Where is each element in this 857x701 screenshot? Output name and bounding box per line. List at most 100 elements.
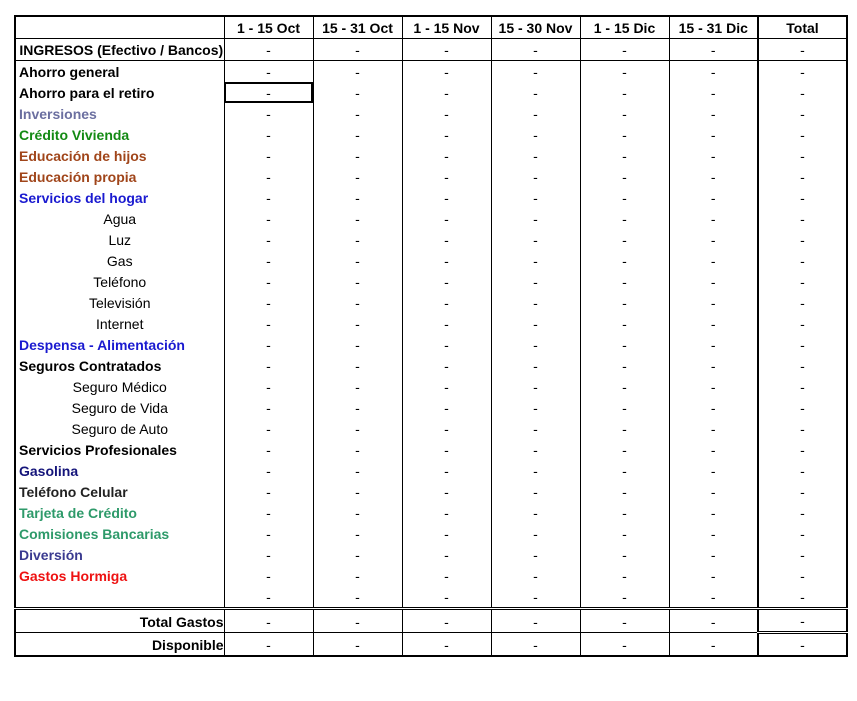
value-cell[interactable]: - xyxy=(490,544,581,565)
row-label[interactable]: Seguros Contratados xyxy=(14,355,225,376)
summary-cell[interactable]: - xyxy=(579,608,670,633)
value-cell[interactable]: - xyxy=(401,271,492,292)
value-cell[interactable]: - xyxy=(490,565,581,586)
value-cell[interactable]: - xyxy=(401,397,492,418)
value-cell[interactable]: - xyxy=(223,82,314,103)
row-label[interactable]: Educación de hijos xyxy=(14,145,225,166)
value-cell[interactable]: - xyxy=(312,187,403,208)
row-label[interactable]: Comisiones Bancarias xyxy=(14,523,225,544)
row-total-cell[interactable]: - xyxy=(757,334,848,355)
value-cell[interactable]: - xyxy=(312,334,403,355)
value-cell[interactable]: - xyxy=(490,82,581,103)
summary-cell[interactable]: - xyxy=(312,608,403,633)
value-cell[interactable]: - xyxy=(579,292,670,313)
income-cell[interactable]: - xyxy=(312,38,403,61)
value-cell[interactable]: - xyxy=(668,82,759,103)
value-cell[interactable]: - xyxy=(579,313,670,334)
row-total-cell[interactable]: - xyxy=(757,565,848,586)
value-cell[interactable]: - xyxy=(579,60,670,82)
value-cell[interactable]: - xyxy=(401,544,492,565)
value-cell[interactable]: - xyxy=(312,544,403,565)
value-cell[interactable]: - xyxy=(668,124,759,145)
value-cell[interactable]: - xyxy=(490,439,581,460)
value-cell[interactable]: - xyxy=(490,145,581,166)
column-header[interactable]: 15 - 30 Nov xyxy=(490,16,581,39)
value-cell[interactable]: - xyxy=(401,145,492,166)
value-cell[interactable]: - xyxy=(223,292,314,313)
value-cell[interactable]: - xyxy=(579,145,670,166)
row-label[interactable]: Gastos Hormiga xyxy=(14,565,225,586)
value-cell[interactable]: - xyxy=(401,523,492,544)
row-label[interactable]: Inversiones xyxy=(14,103,225,124)
value-cell[interactable]: - xyxy=(579,250,670,271)
value-cell[interactable]: - xyxy=(579,376,670,397)
value-cell[interactable]: - xyxy=(401,60,492,82)
value-cell[interactable]: - xyxy=(223,187,314,208)
row-total-cell[interactable]: - xyxy=(757,481,848,502)
row-total-cell[interactable]: - xyxy=(757,313,848,334)
value-cell[interactable]: - xyxy=(579,460,670,481)
summary-cell[interactable]: - xyxy=(668,632,759,657)
value-cell[interactable]: - xyxy=(401,166,492,187)
income-cell[interactable]: - xyxy=(223,38,314,61)
value-cell[interactable]: - xyxy=(312,229,403,250)
row-label[interactable]: Agua xyxy=(14,208,225,229)
row-total-cell[interactable]: - xyxy=(757,187,848,208)
value-cell[interactable]: - xyxy=(223,544,314,565)
value-cell[interactable]: - xyxy=(579,82,670,103)
value-cell[interactable]: - xyxy=(223,460,314,481)
value-cell[interactable]: - xyxy=(490,586,581,610)
value-cell[interactable]: - xyxy=(401,292,492,313)
value-cell[interactable]: - xyxy=(579,229,670,250)
value-cell[interactable]: - xyxy=(312,376,403,397)
row-label[interactable]: Servicios Profesionales xyxy=(14,439,225,460)
value-cell[interactable]: - xyxy=(312,313,403,334)
value-cell[interactable]: - xyxy=(668,544,759,565)
value-cell[interactable]: - xyxy=(668,145,759,166)
header-corner-cell[interactable] xyxy=(14,16,225,39)
value-cell[interactable]: - xyxy=(668,460,759,481)
summary-cell[interactable]: - xyxy=(223,632,314,657)
value-cell[interactable]: - xyxy=(490,187,581,208)
value-cell[interactable]: - xyxy=(312,250,403,271)
row-total-cell[interactable]: - xyxy=(757,250,848,271)
row-total-cell[interactable]: - xyxy=(757,103,848,124)
value-cell[interactable]: - xyxy=(223,397,314,418)
value-cell[interactable]: - xyxy=(312,502,403,523)
summary-cell[interactable]: - xyxy=(312,632,403,657)
value-cell[interactable]: - xyxy=(579,481,670,502)
value-cell[interactable]: - xyxy=(401,481,492,502)
summary-label[interactable]: Total Gastos xyxy=(14,608,225,633)
row-total-cell[interactable]: - xyxy=(757,208,848,229)
value-cell[interactable]: - xyxy=(401,208,492,229)
value-cell[interactable]: - xyxy=(490,460,581,481)
row-total-cell[interactable]: - xyxy=(757,376,848,397)
value-cell[interactable]: - xyxy=(401,334,492,355)
summary-cell[interactable]: - xyxy=(401,632,492,657)
value-cell[interactable]: - xyxy=(223,439,314,460)
value-cell[interactable]: - xyxy=(223,166,314,187)
value-cell[interactable]: - xyxy=(312,460,403,481)
value-cell[interactable]: - xyxy=(490,334,581,355)
row-total-cell[interactable]: - xyxy=(757,82,848,103)
value-cell[interactable]: - xyxy=(668,250,759,271)
summary-cell[interactable]: - xyxy=(668,608,759,633)
value-cell[interactable]: - xyxy=(223,145,314,166)
value-cell[interactable]: - xyxy=(490,481,581,502)
value-cell[interactable]: - xyxy=(223,586,314,610)
value-cell[interactable]: - xyxy=(579,103,670,124)
row-total-cell[interactable]: - xyxy=(757,166,848,187)
value-cell[interactable]: - xyxy=(490,208,581,229)
summary-cell[interactable]: - xyxy=(579,632,670,657)
value-cell[interactable]: - xyxy=(668,229,759,250)
row-label[interactable]: Seguro de Vida xyxy=(14,397,225,418)
value-cell[interactable]: - xyxy=(401,376,492,397)
value-cell[interactable]: - xyxy=(223,355,314,376)
value-cell[interactable]: - xyxy=(668,166,759,187)
row-total-cell[interactable]: - xyxy=(757,60,848,82)
value-cell[interactable]: - xyxy=(312,523,403,544)
row-total-cell[interactable]: - xyxy=(757,460,848,481)
value-cell[interactable]: - xyxy=(579,502,670,523)
value-cell[interactable]: - xyxy=(312,397,403,418)
value-cell[interactable]: - xyxy=(579,397,670,418)
